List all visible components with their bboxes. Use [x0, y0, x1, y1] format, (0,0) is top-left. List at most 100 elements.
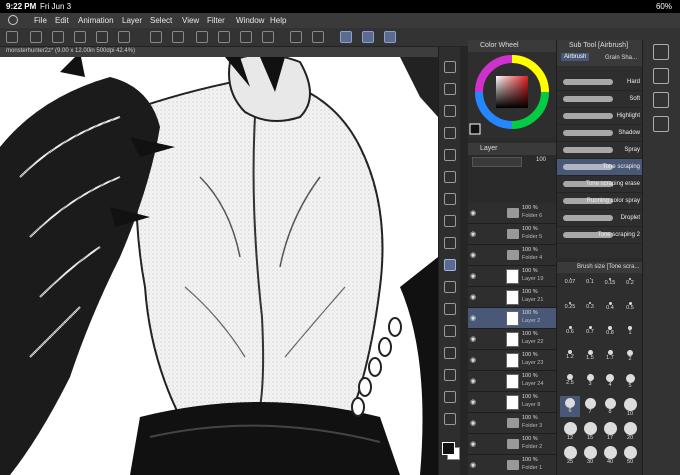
crop-icon[interactable] — [312, 31, 324, 43]
menu-animation[interactable]: Animation — [78, 16, 114, 25]
brush-item[interactable]: Soft — [557, 91, 643, 108]
layer-opacity[interactable]: 100 — [536, 157, 546, 163]
visibility-eye-icon[interactable]: ◉ — [470, 335, 478, 343]
brush-item[interactable]: Tone scraping erase — [557, 176, 643, 193]
brush-size-option[interactable]: 2.5 — [560, 372, 580, 393]
visibility-eye-icon[interactable]: ◉ — [470, 293, 478, 301]
clear-icon[interactable] — [218, 31, 230, 43]
print-icon[interactable] — [118, 31, 130, 43]
brush-item[interactable]: Hard — [557, 74, 643, 91]
brush-size-option[interactable]: 5 — [620, 372, 640, 393]
select-tool-icon[interactable] — [444, 149, 456, 161]
hamburger-icon[interactable] — [6, 31, 18, 43]
layer-row[interactable]: ◉ 100 % Layer 19 — [468, 266, 556, 287]
layer-row[interactable]: ◉ 100 % Folder 6 — [468, 203, 556, 224]
fill-tool-icon[interactable] — [444, 325, 456, 337]
brush-size-option[interactable]: 50 — [620, 444, 640, 465]
brush-snap-icon[interactable] — [384, 31, 396, 43]
brush-size-option[interactable]: 0.15 — [600, 276, 620, 297]
brush-item[interactable]: Highlight — [557, 108, 643, 125]
app-logo-icon[interactable] — [8, 15, 18, 25]
visibility-eye-icon[interactable]: ◉ — [470, 272, 478, 280]
brush-size-option[interactable]: 0.07 — [560, 276, 580, 297]
new-file-icon[interactable] — [30, 31, 42, 43]
layer-row[interactable]: ◉ 100 % Layer 22 — [468, 329, 556, 350]
color-wheel[interactable] — [468, 52, 556, 138]
menu-view[interactable]: View — [182, 16, 199, 25]
open-icon[interactable] — [52, 31, 64, 43]
brush-tool-icon[interactable] — [444, 237, 456, 249]
brush-size-option[interactable]: 0.3 — [580, 300, 600, 321]
3d-object-icon[interactable] — [653, 116, 669, 132]
brush-size-option[interactable]: 6 — [560, 396, 580, 417]
gradient-tool-icon[interactable] — [444, 347, 456, 359]
visibility-eye-icon[interactable]: ◉ — [470, 419, 478, 427]
brush-size-option[interactable]: 12 — [560, 420, 580, 441]
brush-size-option[interactable]: 0.6 — [560, 324, 580, 345]
visibility-eye-icon[interactable]: ◉ — [470, 398, 478, 406]
layer-row[interactable]: ◉ 100 % Folder 2 — [468, 434, 556, 455]
brush-size-option[interactable]: 2 — [620, 348, 640, 369]
brush-size-option[interactable]: 17 — [600, 420, 620, 441]
ruler-snap-icon[interactable] — [340, 31, 352, 43]
brush-size-option[interactable]: 4 — [600, 372, 620, 393]
brush-size-option[interactable]: 1.2 — [560, 348, 580, 369]
eyedropper-tool-icon[interactable] — [444, 171, 456, 183]
move-tool-icon[interactable] — [444, 105, 456, 117]
blend-tool-icon[interactable] — [444, 303, 456, 315]
document-tab[interactable]: monsterhunter2z* (9.00 x 12.00in 500dpi … — [0, 47, 440, 57]
brush-size-option[interactable]: 10 — [620, 396, 640, 417]
foreground-color-swatch[interactable] — [442, 442, 455, 455]
brush-item[interactable]: Spray — [557, 142, 643, 159]
visibility-eye-icon[interactable]: ◉ — [470, 440, 478, 448]
brush-size-option[interactable]: 1.5 — [580, 348, 600, 369]
tab-grain[interactable]: Grain Sha... — [605, 55, 637, 61]
eraser-tool-icon[interactable] — [444, 281, 456, 293]
pencil-tool-icon[interactable] — [444, 215, 456, 227]
redo-icon[interactable] — [172, 31, 184, 43]
transform-icon[interactable] — [262, 31, 274, 43]
menu-layer[interactable]: Layer — [122, 16, 142, 25]
brush-size-option[interactable]: 0.5 — [620, 300, 640, 321]
tab-airbrush[interactable]: Airbrush — [561, 53, 590, 61]
brush-item[interactable]: Running color spray — [557, 193, 643, 210]
export-icon[interactable] — [96, 31, 108, 43]
visibility-eye-icon[interactable]: ◉ — [470, 314, 478, 322]
brush-size-option[interactable]: 0.7 — [580, 324, 600, 345]
brush-size-option[interactable]: 8 — [600, 396, 620, 417]
brush-size-option[interactable]: 0.4 — [600, 300, 620, 321]
menu-help[interactable]: Help — [270, 16, 286, 25]
brush-size-option[interactable]: 0.8 — [600, 324, 620, 345]
brush-size-option[interactable]: 40 — [600, 444, 620, 465]
layer-row[interactable]: ◉ 100 % Folder 1 — [468, 455, 556, 475]
undo-icon[interactable] — [150, 31, 162, 43]
brush-item[interactable]: Tone scraping 2 — [557, 227, 643, 244]
layer-row[interactable]: ◉ 100 % Folder 4 — [468, 245, 556, 266]
brush-size-option[interactable]: 0.25 — [560, 300, 580, 321]
brush-size-option[interactable]: 7 — [580, 396, 600, 417]
balloon-tool-icon[interactable] — [444, 413, 456, 425]
menu-window[interactable]: Window — [236, 16, 264, 25]
brush-size-option[interactable]: 0.2 — [620, 276, 640, 297]
layer-row[interactable]: ◉ 100 % Folder 5 — [468, 224, 556, 245]
brush-size-option[interactable]: 1 — [620, 324, 640, 345]
visibility-eye-icon[interactable]: ◉ — [470, 251, 478, 259]
layer-property-icon[interactable] — [653, 92, 669, 108]
visibility-eye-icon[interactable]: ◉ — [470, 356, 478, 364]
layer-row[interactable]: ◉ 100 % Folder 3 — [468, 413, 556, 434]
visibility-eye-icon[interactable]: ◉ — [470, 461, 478, 469]
layer-row[interactable]: ◉ 100 % Layer 23 — [468, 350, 556, 371]
pen-tool-icon[interactable] — [444, 193, 456, 205]
hand-tool-icon[interactable] — [444, 83, 456, 95]
brush-size-option[interactable]: 30 — [580, 444, 600, 465]
visibility-eye-icon[interactable]: ◉ — [470, 230, 478, 238]
menu-select[interactable]: Select — [150, 16, 172, 25]
lasso-tool-icon[interactable] — [444, 127, 456, 139]
brush-item[interactable]: Droplet — [557, 210, 643, 227]
brush-size-option[interactable]: 1.7 — [600, 348, 620, 369]
layer-row[interactable]: ◉ 100 % Layer 8 — [468, 392, 556, 413]
figure-tool-icon[interactable] — [444, 369, 456, 381]
text-tool-icon[interactable] — [444, 391, 456, 403]
layer-row[interactable]: ◉ 100 % Layer 24 — [468, 371, 556, 392]
pen-snap-icon[interactable] — [362, 31, 374, 43]
